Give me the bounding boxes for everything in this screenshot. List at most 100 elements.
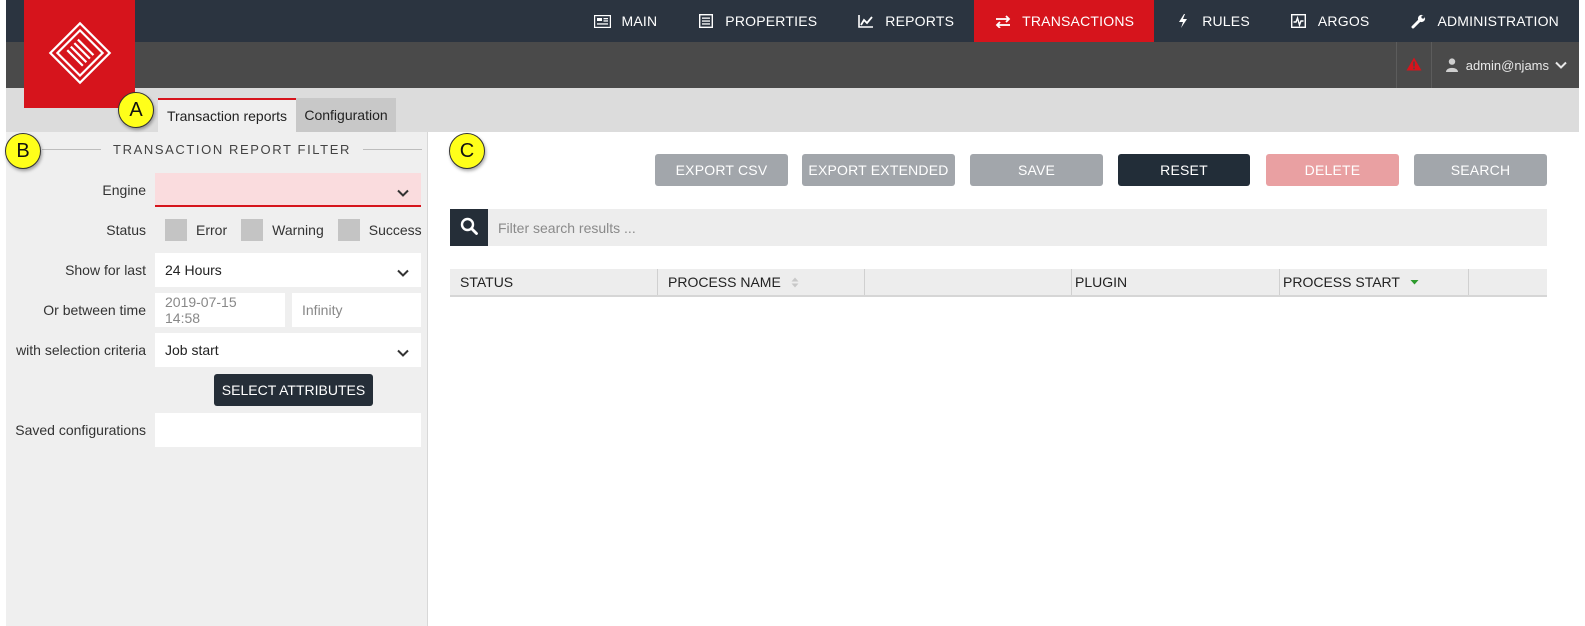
- export-extended-button[interactable]: EXPORT EXTENDED: [802, 154, 955, 186]
- newspaper-icon: [593, 14, 611, 28]
- saved-configurations-label: Saved configurations: [15, 422, 146, 438]
- reset-button[interactable]: RESET: [1118, 154, 1250, 186]
- tab-configuration[interactable]: Configuration: [296, 98, 396, 132]
- annotation-marker-a: A: [118, 92, 154, 128]
- chevron-down-icon: [1555, 61, 1567, 69]
- filter-search-input[interactable]: [498, 209, 1538, 246]
- show-for-last-row: Show for last 24 Hours: [6, 253, 428, 287]
- nav-transactions[interactable]: TRANSACTIONS: [974, 0, 1155, 42]
- exchange-icon: [994, 14, 1012, 28]
- between-to-input[interactable]: Infinity: [292, 293, 421, 327]
- column-process-name[interactable]: PROCESS NAME: [658, 269, 865, 295]
- nav-reports-label: REPORTS: [885, 13, 955, 29]
- nav-administration[interactable]: ADMINISTRATION: [1389, 0, 1579, 42]
- column-status-label: STATUS: [460, 274, 514, 290]
- show-for-last-select[interactable]: 24 Hours: [155, 253, 421, 287]
- status-checkbox-group: Error Warning Success: [165, 213, 436, 247]
- user-menu[interactable]: admin@njams: [1432, 42, 1579, 88]
- status-error-checkbox[interactable]: Error: [165, 219, 227, 241]
- nav-argos[interactable]: ARGOS: [1270, 0, 1390, 42]
- title-divider-left: [42, 148, 102, 150]
- user-name: admin@njams: [1465, 57, 1549, 73]
- delete-button[interactable]: DELETE: [1266, 154, 1399, 186]
- engine-select[interactable]: [155, 173, 421, 207]
- checkbox-box[interactable]: [337, 219, 360, 241]
- status-row: Status Error Warning Success: [6, 213, 428, 247]
- selection-criteria-label: with selection criteria: [16, 342, 146, 358]
- chevron-down-icon: [397, 184, 409, 200]
- search-icon: [460, 217, 478, 238]
- results-panel: EXPORT CSV EXPORT EXTENDED SAVE RESET DE…: [428, 132, 1579, 626]
- column-plugin-label: PLUGIN: [1075, 274, 1128, 290]
- column-actions: [1469, 269, 1547, 295]
- chevron-down-icon: [397, 264, 409, 280]
- column-process-start[interactable]: PROCESS START: [1280, 269, 1469, 295]
- nav-argos-label: ARGOS: [1317, 13, 1370, 29]
- column-unnamed[interactable]: [865, 269, 1072, 295]
- selection-criteria-select[interactable]: Job start: [155, 333, 421, 367]
- column-plugin[interactable]: PLUGIN: [1072, 269, 1280, 295]
- top-navigation: MAIN PROPERTIES REPORTS TRANSACTIONS RUL…: [6, 0, 1579, 42]
- status-success-checkbox[interactable]: Success: [337, 219, 422, 241]
- chevron-down-icon: [397, 344, 409, 360]
- selection-criteria-value: Job start: [165, 342, 219, 358]
- select-attributes-button[interactable]: SELECT ATTRIBUTES: [214, 374, 373, 406]
- nav-transactions-label: TRANSACTIONS: [1022, 13, 1135, 29]
- column-process-start-label: PROCESS START: [1283, 274, 1400, 290]
- checkbox-box[interactable]: [165, 219, 187, 241]
- results-table-header: STATUS PROCESS NAME PLUGIN PROCESS START: [450, 269, 1547, 297]
- annotation-marker-b: B: [5, 133, 41, 169]
- between-time-label: Or between time: [43, 302, 146, 318]
- between-time-row: Or between time 2019-07-15 14:58 Infinit…: [6, 293, 428, 327]
- sort-descending-icon: [1410, 279, 1419, 285]
- nav-main[interactable]: MAIN: [573, 0, 677, 42]
- app-logo[interactable]: [24, 0, 135, 108]
- column-status[interactable]: STATUS: [450, 269, 658, 295]
- status-warning-checkbox[interactable]: Warning: [241, 219, 324, 241]
- tab-transaction-reports[interactable]: Transaction reports: [158, 98, 296, 132]
- nav-administration-label: ADMINISTRATION: [1437, 13, 1559, 29]
- list-icon: [697, 14, 715, 28]
- show-for-last-value: 24 Hours: [165, 262, 222, 278]
- engine-label: Engine: [102, 182, 146, 198]
- filter-title-text: TRANSACTION REPORT FILTER: [113, 141, 351, 157]
- filter-title: TRANSACTION REPORT FILTER: [6, 141, 423, 157]
- line-chart-icon: [857, 14, 875, 28]
- saved-configurations-select[interactable]: [155, 413, 421, 447]
- sort-neutral-icon: [791, 277, 799, 288]
- annotation-marker-c: C: [449, 133, 485, 169]
- export-csv-button[interactable]: EXPORT CSV: [655, 154, 788, 186]
- app-root: MAIN PROPERTIES REPORTS TRANSACTIONS RUL…: [0, 0, 1585, 626]
- save-button[interactable]: SAVE: [970, 154, 1103, 186]
- search-button[interactable]: SEARCH: [1414, 154, 1547, 186]
- saved-configurations-row: Saved configurations: [6, 413, 428, 447]
- bolt-icon: [1174, 14, 1192, 28]
- warning-icon: [1406, 57, 1422, 74]
- title-divider-right: [362, 148, 423, 150]
- nav-properties[interactable]: PROPERTIES: [677, 0, 837, 42]
- between-from-value: 2019-07-15 14:58: [165, 294, 237, 326]
- search-icon-button[interactable]: [450, 209, 488, 246]
- monitor-chart-icon: [1290, 14, 1308, 28]
- nav-rules[interactable]: RULES: [1154, 0, 1270, 42]
- transaction-report-filter-panel: TRANSACTION REPORT FILTER Engine Status …: [6, 132, 428, 626]
- show-for-last-label: Show for last: [65, 262, 146, 278]
- alert-button[interactable]: [1395, 42, 1432, 88]
- user-icon: [1445, 58, 1458, 72]
- column-process-name-label: PROCESS NAME: [668, 274, 781, 290]
- between-from-input[interactable]: 2019-07-15 14:58: [155, 293, 285, 327]
- tab-configuration-label: Configuration: [304, 107, 388, 123]
- tab-bar: Transaction reports Configuration: [6, 88, 1579, 132]
- checkbox-box[interactable]: [241, 219, 264, 241]
- engine-row: Engine: [6, 173, 428, 207]
- filter-search-bar: [450, 209, 1547, 246]
- status-success-label: Success: [368, 222, 422, 238]
- tab-transaction-reports-label: Transaction reports: [166, 108, 288, 124]
- between-to-value: Infinity: [302, 302, 343, 318]
- status-warning-label: Warning: [272, 222, 324, 238]
- nav-reports[interactable]: REPORTS: [837, 0, 974, 42]
- status-error-label: Error: [196, 222, 228, 238]
- selection-criteria-row: with selection criteria Job start: [6, 333, 428, 367]
- nav-main-label: MAIN: [621, 13, 658, 29]
- wrench-icon: [1409, 14, 1427, 28]
